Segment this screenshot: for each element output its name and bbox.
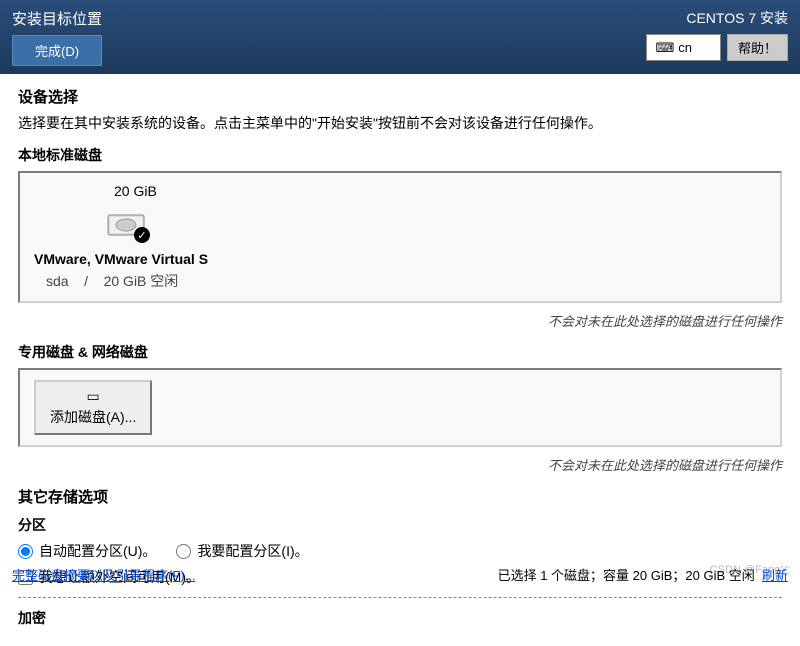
refresh-link[interactable]: 刷新 (762, 568, 788, 583)
disk-info: sda / 20 GiB 空闲 (46, 271, 178, 291)
disk-item[interactable]: 20 GiB ✓ VMware, VMware Virtual S sda / … (34, 183, 766, 291)
installer-title: CENTOS 7 安装 (686, 8, 788, 28)
disk-free: 20 GiB 空闲 (104, 273, 179, 289)
partition-radios: 自动配置分区(U)。 我要配置分区(I)。 (18, 541, 782, 561)
disk-summary-link[interactable]: 完整磁盘摘要以及引导程序(F)... (12, 565, 195, 584)
local-disks-note: 不会对未在此处选择的磁盘进行任何操作 (18, 311, 782, 330)
encrypt-label: 加密 (18, 608, 782, 628)
separator (18, 597, 782, 598)
add-disk-icon: ▭ (87, 388, 100, 405)
auto-partition-radio[interactable]: 自动配置分区(U)。 (18, 541, 156, 561)
keyboard-layout-selector[interactable]: ⌨ cn (646, 34, 721, 61)
local-disks-title: 本地标准磁盘 (18, 145, 782, 165)
header-right: CENTOS 7 安装 ⌨ cn 帮助！ (646, 8, 788, 61)
done-button[interactable]: 完成(D) (12, 35, 102, 66)
network-disks-panel: ▭ 添加磁盘(A)... (18, 368, 782, 447)
main-content: 设备选择 选择要在其中安装系统的设备。点击主菜单中的"开始安装"按钮前不会对该设… (0, 74, 800, 646)
header-bar: 安装目标位置 完成(D) CENTOS 7 安装 ⌨ cn 帮助！ (0, 0, 800, 74)
add-disk-label: 添加磁盘(A)... (50, 407, 136, 427)
check-icon: ✓ (134, 227, 150, 243)
header-controls: ⌨ cn 帮助！ (646, 34, 788, 61)
manual-partition-label: 我要配置分区(I)。 (197, 541, 308, 561)
local-disks-panel: 20 GiB ✓ VMware, VMware Virtual S sda / … (18, 171, 782, 303)
auto-partition-label: 自动配置分区(U)。 (39, 541, 156, 561)
disk-name: VMware, VMware Virtual S (34, 251, 208, 267)
keyboard-icon: ⌨ (655, 40, 674, 56)
add-disk-button[interactable]: ▭ 添加磁盘(A)... (34, 380, 152, 435)
manual-partition-radio[interactable]: 我要配置分区(I)。 (176, 541, 308, 561)
disk-dev: sda (46, 273, 69, 289)
device-select-title: 设备选择 (18, 86, 782, 107)
disk-icon: ✓ (106, 207, 146, 239)
manual-partition-input[interactable] (176, 544, 191, 559)
partition-label: 分区 (18, 515, 782, 535)
header-left: 安装目标位置 完成(D) (12, 8, 102, 66)
storage-title: 其它存储选项 (18, 486, 782, 507)
keyboard-lang: cn (678, 40, 692, 55)
footer-status: 已选择 1 个磁盘；容量 20 GiB；20 GiB 空闲 刷新 (498, 565, 788, 584)
help-button[interactable]: 帮助！ (727, 34, 788, 61)
network-disks-title: 专用磁盘 & 网络磁盘 (18, 342, 782, 362)
footer-bar: 完整磁盘摘要以及引导程序(F)... 已选择 1 个磁盘；容量 20 GiB；2… (0, 565, 800, 584)
storage-options: 其它存储选项 分区 自动配置分区(U)。 我要配置分区(I)。 我想让额外空间可… (18, 486, 782, 628)
disk-sep: / (84, 273, 88, 289)
page-title: 安装目标位置 (12, 8, 102, 29)
network-disks-note: 不会对未在此处选择的磁盘进行任何操作 (18, 455, 782, 474)
auto-partition-input[interactable] (18, 544, 33, 559)
disk-size: 20 GiB (114, 183, 157, 199)
device-select-desc: 选择要在其中安装系统的设备。点击主菜单中的"开始安装"按钮前不会对该设备进行任何… (18, 113, 782, 133)
